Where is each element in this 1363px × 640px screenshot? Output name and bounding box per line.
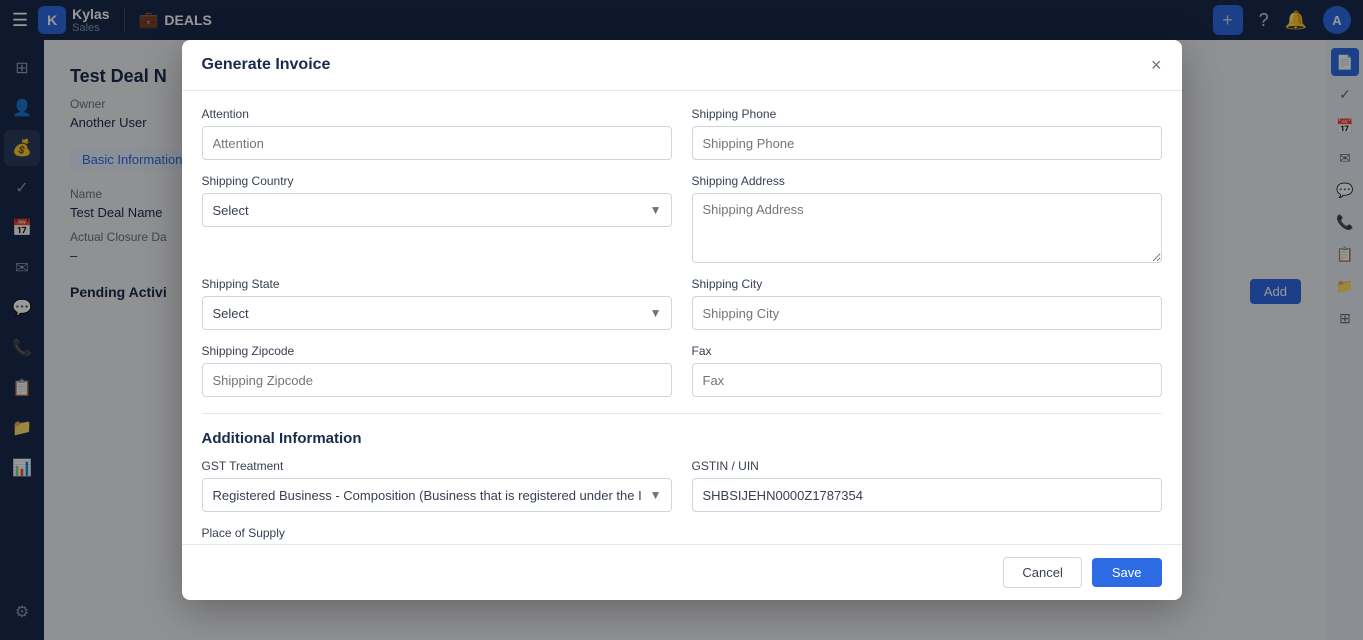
gstin-input[interactable]: [692, 478, 1162, 512]
attention-label: Attention: [202, 107, 672, 121]
shipping-country-label: Shipping Country: [202, 174, 672, 188]
shipping-phone-input[interactable]: [692, 126, 1162, 160]
shipping-city-group: Shipping City: [692, 277, 1162, 330]
gst-treatment-group: GST Treatment Registered Business - Comp…: [202, 459, 672, 512]
gst-treatment-label: GST Treatment: [202, 459, 672, 473]
modal-title: Generate Invoice: [202, 56, 331, 74]
shipping-address-label: Shipping Address: [692, 174, 1162, 188]
place-of-supply-group: Place of Supply: [202, 526, 672, 540]
shipping-phone-label: Shipping Phone: [692, 107, 1162, 121]
shipping-phone-group: Shipping Phone: [692, 107, 1162, 160]
shipping-state-select-wrapper: Select ▼: [202, 296, 672, 330]
modal-header: Generate Invoice ×: [182, 40, 1182, 91]
modal-body: Attention Shipping Phone Shipping Countr…: [182, 91, 1182, 544]
shipping-country-group: Shipping Country Select ▼: [202, 174, 672, 263]
attention-group: Attention: [202, 107, 672, 160]
shipping-state-select[interactable]: Select: [202, 296, 672, 330]
gstin-group: GSTIN / UIN: [692, 459, 1162, 512]
additional-info-title: Additional Information: [202, 430, 1162, 447]
shipping-city-label: Shipping City: [692, 277, 1162, 291]
cancel-button[interactable]: Cancel: [1003, 557, 1081, 588]
shipping-form-grid: Attention Shipping Phone Shipping Countr…: [202, 107, 1162, 397]
shipping-country-select[interactable]: Select: [202, 193, 672, 227]
shipping-zipcode-input[interactable]: [202, 363, 672, 397]
gst-treatment-select-wrapper: Registered Business - Composition (Busin…: [202, 478, 672, 512]
gstin-label: GSTIN / UIN: [692, 459, 1162, 473]
shipping-country-select-wrapper: Select ▼: [202, 193, 672, 227]
shipping-state-label: Shipping State: [202, 277, 672, 291]
fax-input[interactable]: [692, 363, 1162, 397]
attention-input[interactable]: [202, 126, 672, 160]
fax-label: Fax: [692, 344, 1162, 358]
shipping-zipcode-group: Shipping Zipcode: [202, 344, 672, 397]
gst-treatment-select[interactable]: Registered Business - Composition (Busin…: [202, 478, 672, 512]
fax-group: Fax: [692, 344, 1162, 397]
close-icon[interactable]: ×: [1151, 56, 1162, 74]
shipping-state-group: Shipping State Select ▼: [202, 277, 672, 330]
additional-form-grid: GST Treatment Registered Business - Comp…: [202, 459, 1162, 540]
shipping-address-textarea[interactable]: [692, 193, 1162, 263]
shipping-city-input[interactable]: [692, 296, 1162, 330]
save-button[interactable]: Save: [1092, 558, 1162, 587]
modal-footer: Cancel Save: [182, 544, 1182, 600]
shipping-address-group: Shipping Address: [692, 174, 1162, 263]
shipping-zipcode-label: Shipping Zipcode: [202, 344, 672, 358]
place-of-supply-label: Place of Supply: [202, 526, 672, 540]
generate-invoice-modal: Generate Invoice × Attention Shipping Ph…: [182, 40, 1182, 600]
modal-overlay: Generate Invoice × Attention Shipping Ph…: [0, 0, 1363, 640]
